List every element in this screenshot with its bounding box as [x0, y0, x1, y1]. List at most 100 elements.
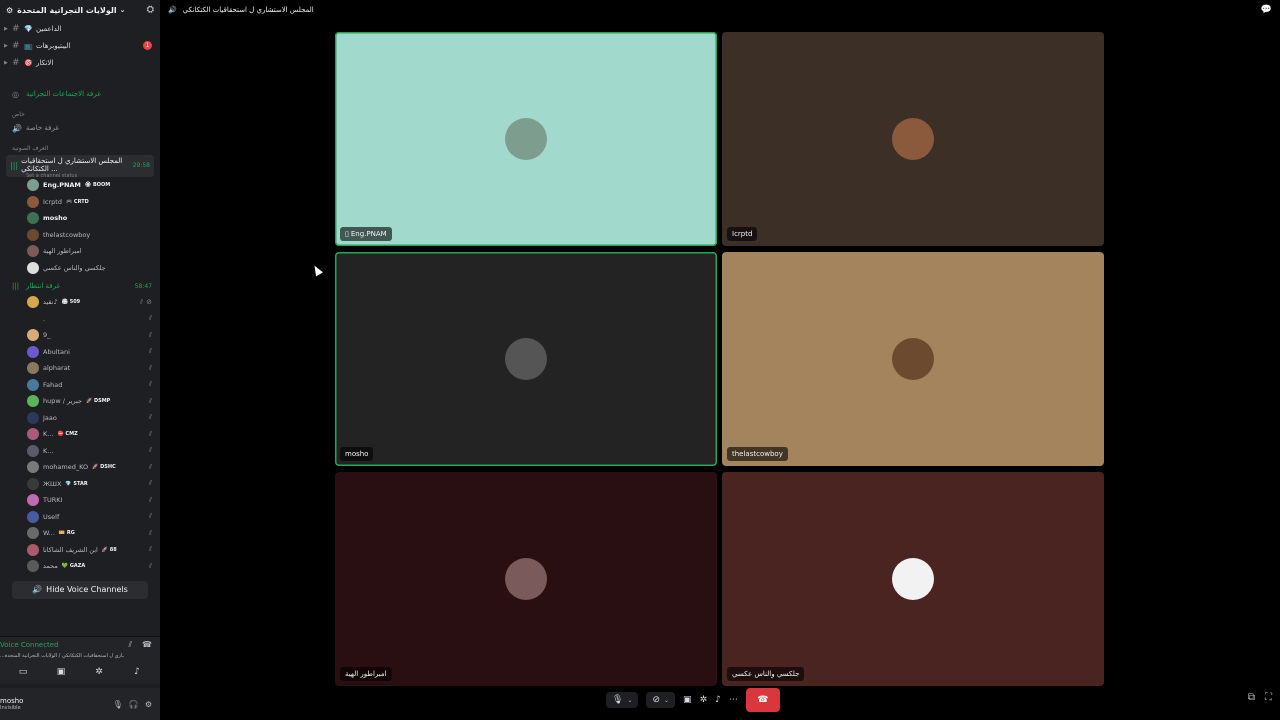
voice-wave-icon: |||	[12, 282, 20, 290]
camera-control[interactable]: ⊘ ⌄	[646, 692, 676, 708]
more-options-icon[interactable]: ⋯	[729, 695, 738, 705]
avatar	[27, 494, 39, 507]
fullscreen-icon[interactable]: ⛶	[1265, 692, 1272, 703]
hash-icon: #	[12, 40, 20, 51]
chevron-down-icon: ⌄	[119, 6, 126, 14]
voice-user[interactable]: W... 🎫 RG ⫽	[0, 525, 160, 542]
voice-user[interactable]: . ⫽	[0, 311, 160, 328]
user-panel: mosho Invisible 🎙 🎧 ⚙	[0, 688, 160, 720]
chat-icon[interactable]: 💬	[1261, 5, 1272, 15]
hash-icon: #	[12, 57, 20, 68]
category-private[interactable]: خاص	[0, 109, 160, 119]
avatar	[27, 329, 39, 342]
channel-private-room[interactable]: 🔊 غرفة خاصة	[0, 119, 160, 137]
voice-user[interactable]: alpharat ⫽	[0, 360, 160, 377]
voice-connected-label: Voice Connected	[0, 641, 59, 649]
participant-tile[interactable]: Icrptd	[722, 32, 1104, 246]
folder-1[interactable]: ▶ # 📺 اليبتيوبرهات 1	[0, 37, 160, 54]
voice-user[interactable]: Uself ⫽	[0, 509, 160, 526]
hash-icon: #	[12, 23, 20, 34]
soundboard-button[interactable]: ♪	[122, 667, 152, 677]
voice-user[interactable]: K... ⫽	[0, 443, 160, 460]
participant-avatar	[892, 338, 934, 380]
category-voice[interactable]: الغرف الصوتية	[0, 143, 160, 153]
voice-user[interactable]: Abultani ⫽	[0, 344, 160, 361]
voice-user[interactable]: امبراطور الهية	[0, 243, 160, 260]
voice-user[interactable]: TURKI ⫽	[0, 492, 160, 509]
headphones-icon[interactable]: 🎧	[129, 700, 139, 709]
voice-user[interactable]: جلكسي والناس عكسي	[0, 260, 160, 277]
active-voice-channel[interactable]: ||| المجلس الاستشاري ل استحقاقيات الكتكا…	[6, 155, 154, 179]
voice-user[interactable]: ابن الشريف الشاكانا 🚀 88 ⫽	[0, 542, 160, 559]
call-title: المجلس الاستشاري ل استحقاقيات الكتكانكي	[182, 6, 314, 14]
screen-share-icon[interactable]: ▣	[683, 695, 692, 705]
channel-meetings[interactable]: ◎ غرفة الاجتماعات التجراتية	[0, 85, 160, 103]
voice-user[interactable]: محمد 💚 GAZA ⫽	[0, 558, 160, 575]
voice-user[interactable]: Icrptd 🎮 CRTD	[0, 194, 160, 211]
activities-icon[interactable]: ✲	[700, 695, 708, 705]
muted-icon: ⫽	[148, 429, 152, 438]
participant-tile[interactable]: thelastcowboy	[722, 252, 1104, 466]
voice-user[interactable]: Fahad ⫽	[0, 377, 160, 394]
folder-0[interactable]: ▶ # 💎 الداعمين	[0, 20, 160, 37]
voice-user[interactable]: نقيد♪ 🏟 509 ⫽ ⊘	[0, 294, 160, 311]
participant-tile[interactable]: جلكسي والناس عكسي	[722, 472, 1104, 686]
invite-icon[interactable]: ⛭	[147, 5, 154, 15]
user-tag: 🚀 DSMP	[85, 398, 111, 405]
voice-user[interactable]: thelastcowboy	[0, 227, 160, 244]
server-header[interactable]: ⚙ الولايات التجراتية المتحدة ⌄ ⛭	[0, 0, 160, 20]
voice-user[interactable]: mohamed_KO 🚀 DSHC ⫽	[0, 459, 160, 476]
voice-user[interactable]: mosho	[0, 210, 160, 227]
participant-tile[interactable]: mosho	[335, 252, 717, 466]
end-call-button[interactable]: ☎	[745, 688, 780, 712]
disconnect-icon[interactable]: ☎	[142, 640, 152, 650]
user-name: mosho	[0, 697, 24, 705]
voice-user[interactable]: 9_ ⫽	[0, 327, 160, 344]
participant-name-label: جلكسي والناس عكسي	[727, 667, 805, 681]
avatar	[27, 378, 39, 391]
voice-user[interactable]: K... ⛔ CMZ ⫽	[0, 426, 160, 443]
screen-share-button[interactable]: ▣	[46, 667, 76, 677]
folder-label: الداعمين	[36, 24, 62, 33]
soundboard-icon[interactable]: ♪	[715, 695, 721, 705]
voice-user[interactable]: ЖШX 💎 STAR ⫽	[0, 476, 160, 493]
caret-right-icon: ▶	[4, 42, 8, 49]
participant-name: Eng.PNAM	[350, 230, 387, 238]
user-tag: 🚀 88	[101, 546, 117, 553]
settings-gear-icon[interactable]: ⚙	[145, 700, 152, 709]
avatar	[27, 195, 39, 208]
user-tag: ⛔ CMZ	[57, 431, 78, 438]
avatar	[27, 228, 39, 241]
muted-icon: ⫽	[148, 380, 152, 389]
microphone-icon: 🎙	[612, 695, 624, 705]
mic-control[interactable]: 🎙 ⌄	[606, 692, 639, 708]
folder-2[interactable]: ▶ # 🎯 الاتكار	[0, 54, 160, 71]
voice-user[interactable]: hupw / جبرير 🚀 DSMP ⫽	[0, 393, 160, 410]
user-name: K...	[43, 446, 54, 455]
avatar	[27, 510, 39, 523]
user-tag: 💎 STAR	[65, 480, 88, 487]
noise-suppression-icon[interactable]: ⫽	[128, 640, 132, 650]
popout-icon[interactable]: ⧉	[1248, 692, 1255, 703]
user-info[interactable]: mosho Invisible	[0, 697, 23, 711]
muted-icon: ⫽	[148, 512, 152, 521]
speaker-icon: 🔊	[32, 585, 43, 594]
voice-user[interactable]: Jaao ⫽	[0, 410, 160, 427]
channel-waiting-room[interactable]: ||| غرفة انتظار 58:47	[0, 278, 160, 294]
folder-emoji: 📺	[24, 41, 33, 50]
voice-wave-icon: |||	[10, 160, 19, 170]
muted-icon: ⫽	[148, 462, 152, 471]
avatar	[27, 560, 39, 573]
participant-tile[interactable]: امبراطور الهية	[335, 472, 717, 686]
voice-user[interactable]: Eng.PNAM 🏵 BOOM	[0, 177, 160, 194]
hide-voice-channels-button[interactable]: 🔊 Hide Voice Channels	[12, 580, 148, 599]
microphone-icon[interactable]: 🎙	[113, 700, 123, 709]
participant-name: mosho	[345, 450, 369, 458]
camera-button[interactable]: ▭	[8, 667, 38, 677]
participant-tile[interactable]: ▯ Eng.PNAM	[335, 32, 717, 246]
avatar	[27, 179, 39, 192]
user-tag: 🏵 BOOM	[84, 182, 111, 189]
user-name: .	[43, 314, 46, 323]
activities-button[interactable]: ✲	[84, 667, 114, 677]
avatar	[27, 245, 39, 258]
